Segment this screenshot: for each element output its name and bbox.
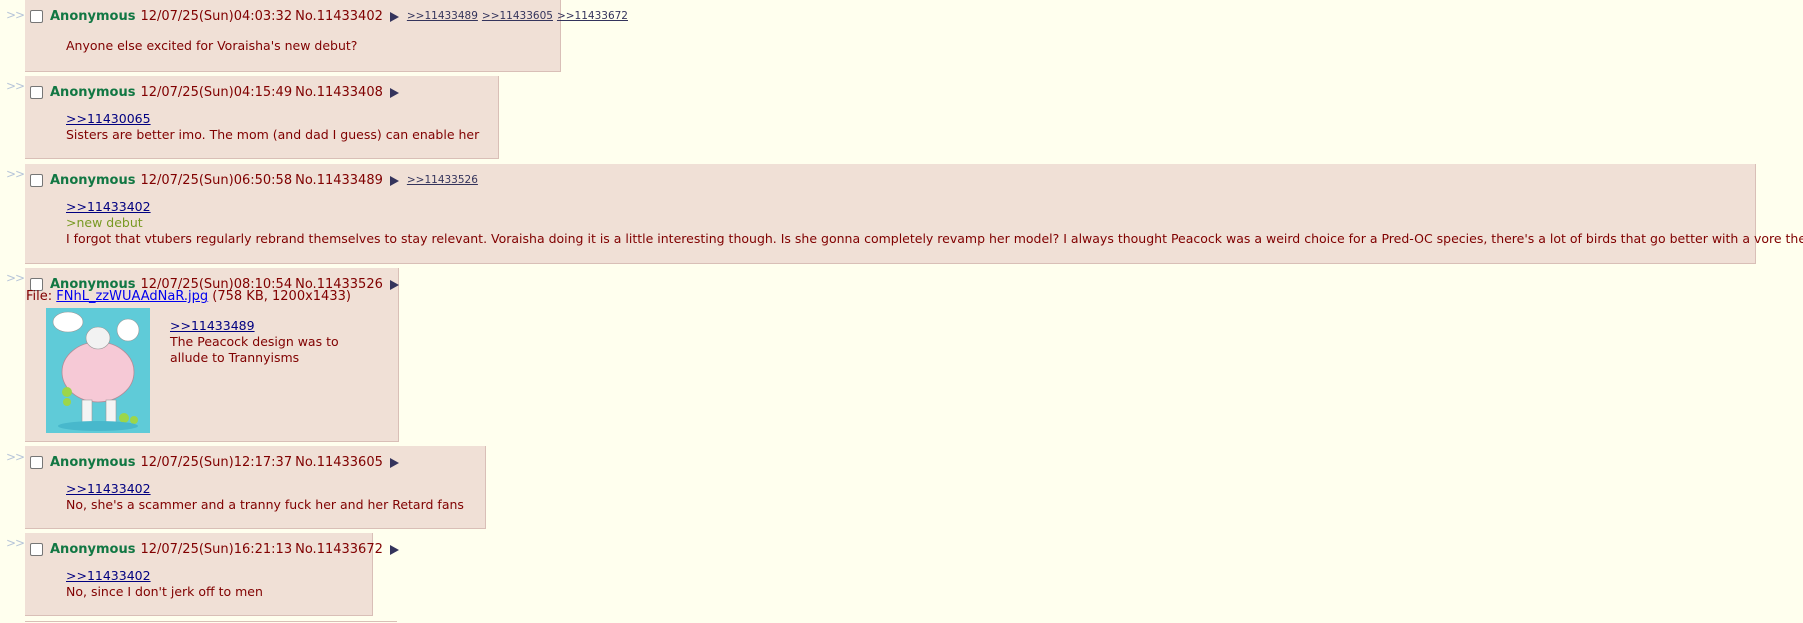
triangle-right-icon[interactable]: [389, 175, 399, 186]
message-line: allude to Trannyisms: [170, 350, 300, 365]
message-line: The Peacock design was to: [170, 334, 339, 349]
file-label: File:: [26, 289, 57, 304]
triangle-right-icon[interactable]: [389, 279, 399, 290]
post-checkbox[interactable]: [30, 173, 43, 187]
post-number[interactable]: No.11433408: [295, 85, 383, 100]
reply-post: Anonymous 12/07/25(Sun)04:15:49 No.11433…: [25, 76, 499, 159]
post-message: >>11433489 The Peacock design was to all…: [170, 318, 339, 366]
post-message: Anyone else excited for Voraisha's new d…: [66, 38, 357, 54]
post-datetime: 12/07/25(Sun)06:50:58: [140, 172, 293, 188]
post-message: >>11433402 No, she's a scammer and a tra…: [66, 481, 464, 513]
post-info: Anonymous 12/07/25(Sun)04:03:32 No.11433…: [29, 7, 628, 25]
side-arrows: >>: [6, 536, 25, 550]
triangle-right-icon[interactable]: [389, 11, 399, 22]
side-arrows: >>: [6, 271, 25, 285]
quote-link[interactable]: >>11433489: [170, 318, 339, 334]
post-checkbox[interactable]: [30, 455, 43, 469]
post-datetime: 12/07/25(Sun)04:15:49: [140, 84, 293, 100]
file-info: File: FNhL_zzWUAAdNaR.jpg (758 KB, 1200x…: [26, 289, 351, 304]
poster-name: Anonymous: [50, 541, 136, 557]
post-number[interactable]: No.11433402: [295, 9, 383, 24]
message-line: I forgot that vtubers regularly rebrand …: [66, 231, 1803, 246]
post-message: >>11430065 Sisters are better imo. The m…: [66, 111, 479, 143]
side-arrows: >>: [6, 450, 25, 464]
triangle-right-icon[interactable]: [389, 457, 399, 468]
post-datetime: 12/07/25(Sun)12:17:37: [140, 454, 293, 470]
backlinks: >>11433489 >>11433605 >>11433672: [407, 10, 628, 22]
backlink[interactable]: >>11433526: [407, 174, 478, 186]
message-line: No, she's a scammer and a tranny fuck he…: [66, 497, 464, 512]
post-message: >>11433402 >new debut I forgot that vtub…: [66, 199, 1803, 247]
reply-post: Anonymous 12/07/25(Sun)16:21:13 No.11433…: [25, 533, 399, 616]
poster-name: Anonymous: [50, 84, 136, 100]
post-info: Anonymous 12/07/25(Sun)06:50:58 No.11433…: [29, 171, 478, 189]
post-number[interactable]: No.11433672: [295, 542, 383, 557]
file-link[interactable]: FNhL_zzWUAAdNaR.jpg: [56, 289, 208, 304]
post-datetime: 12/07/25(Sun)16:21:13: [140, 541, 293, 557]
backlink[interactable]: >>11433672: [557, 10, 628, 22]
message-line: Sisters are better imo. The mom (and dad…: [66, 127, 480, 142]
backlink[interactable]: >>11433605: [482, 10, 553, 22]
file-thumbnail[interactable]: [46, 308, 150, 433]
backlinks: >>11433526: [407, 174, 478, 186]
post-checkbox[interactable]: [30, 85, 43, 99]
side-arrows: >>: [6, 8, 25, 22]
greentext-line: >new debut: [66, 215, 143, 230]
post-number[interactable]: No.11433489: [295, 173, 383, 188]
post-info: Anonymous 12/07/25(Sun)12:17:37 No.11433…: [29, 453, 407, 471]
reply-post: Anonymous 12/07/25(Sun)12:17:37 No.11433…: [25, 446, 486, 529]
reply-post: Anonymous 12/07/25(Sun)06:50:58 No.11433…: [25, 164, 1803, 264]
post-info: Anonymous 12/07/25(Sun)16:21:13 No.11433…: [29, 540, 407, 558]
thumbnail-image: [46, 308, 150, 433]
poster-name: Anonymous: [50, 8, 136, 24]
triangle-right-icon[interactable]: [389, 544, 399, 555]
reply-post: Anonymous 12/07/25(Sun)08:10:54 No.11433…: [25, 268, 399, 442]
post-checkbox[interactable]: [30, 542, 43, 556]
backlink[interactable]: >>11433489: [407, 10, 478, 22]
poster-name: Anonymous: [50, 172, 136, 188]
next-post-border: [25, 621, 397, 622]
post-checkbox[interactable]: [30, 9, 43, 23]
message-line: Anyone else excited for Voraisha's new d…: [66, 38, 358, 53]
quote-link[interactable]: >>11433402: [66, 481, 464, 497]
post-datetime: 12/07/25(Sun)04:03:32: [140, 8, 293, 24]
side-arrows: >>: [6, 167, 25, 181]
reply-post: Anonymous 12/07/25(Sun)04:03:32 No.11433…: [25, 0, 628, 72]
triangle-right-icon[interactable]: [389, 87, 399, 98]
file-details: (758 KB, 1200x1433): [208, 289, 351, 304]
post-info: Anonymous 12/07/25(Sun)04:15:49 No.11433…: [29, 83, 407, 101]
post-number[interactable]: No.11433605: [295, 455, 383, 470]
quote-link[interactable]: >>11430065: [66, 111, 479, 127]
poster-name: Anonymous: [50, 454, 136, 470]
post-message: >>11433402 No, since I don't jerk off to…: [66, 568, 263, 600]
side-arrows: >>: [6, 79, 25, 93]
quote-link[interactable]: >>11433402: [66, 199, 1803, 215]
quote-link[interactable]: >>11433402: [66, 568, 263, 584]
message-line: No, since I don't jerk off to men: [66, 584, 263, 599]
